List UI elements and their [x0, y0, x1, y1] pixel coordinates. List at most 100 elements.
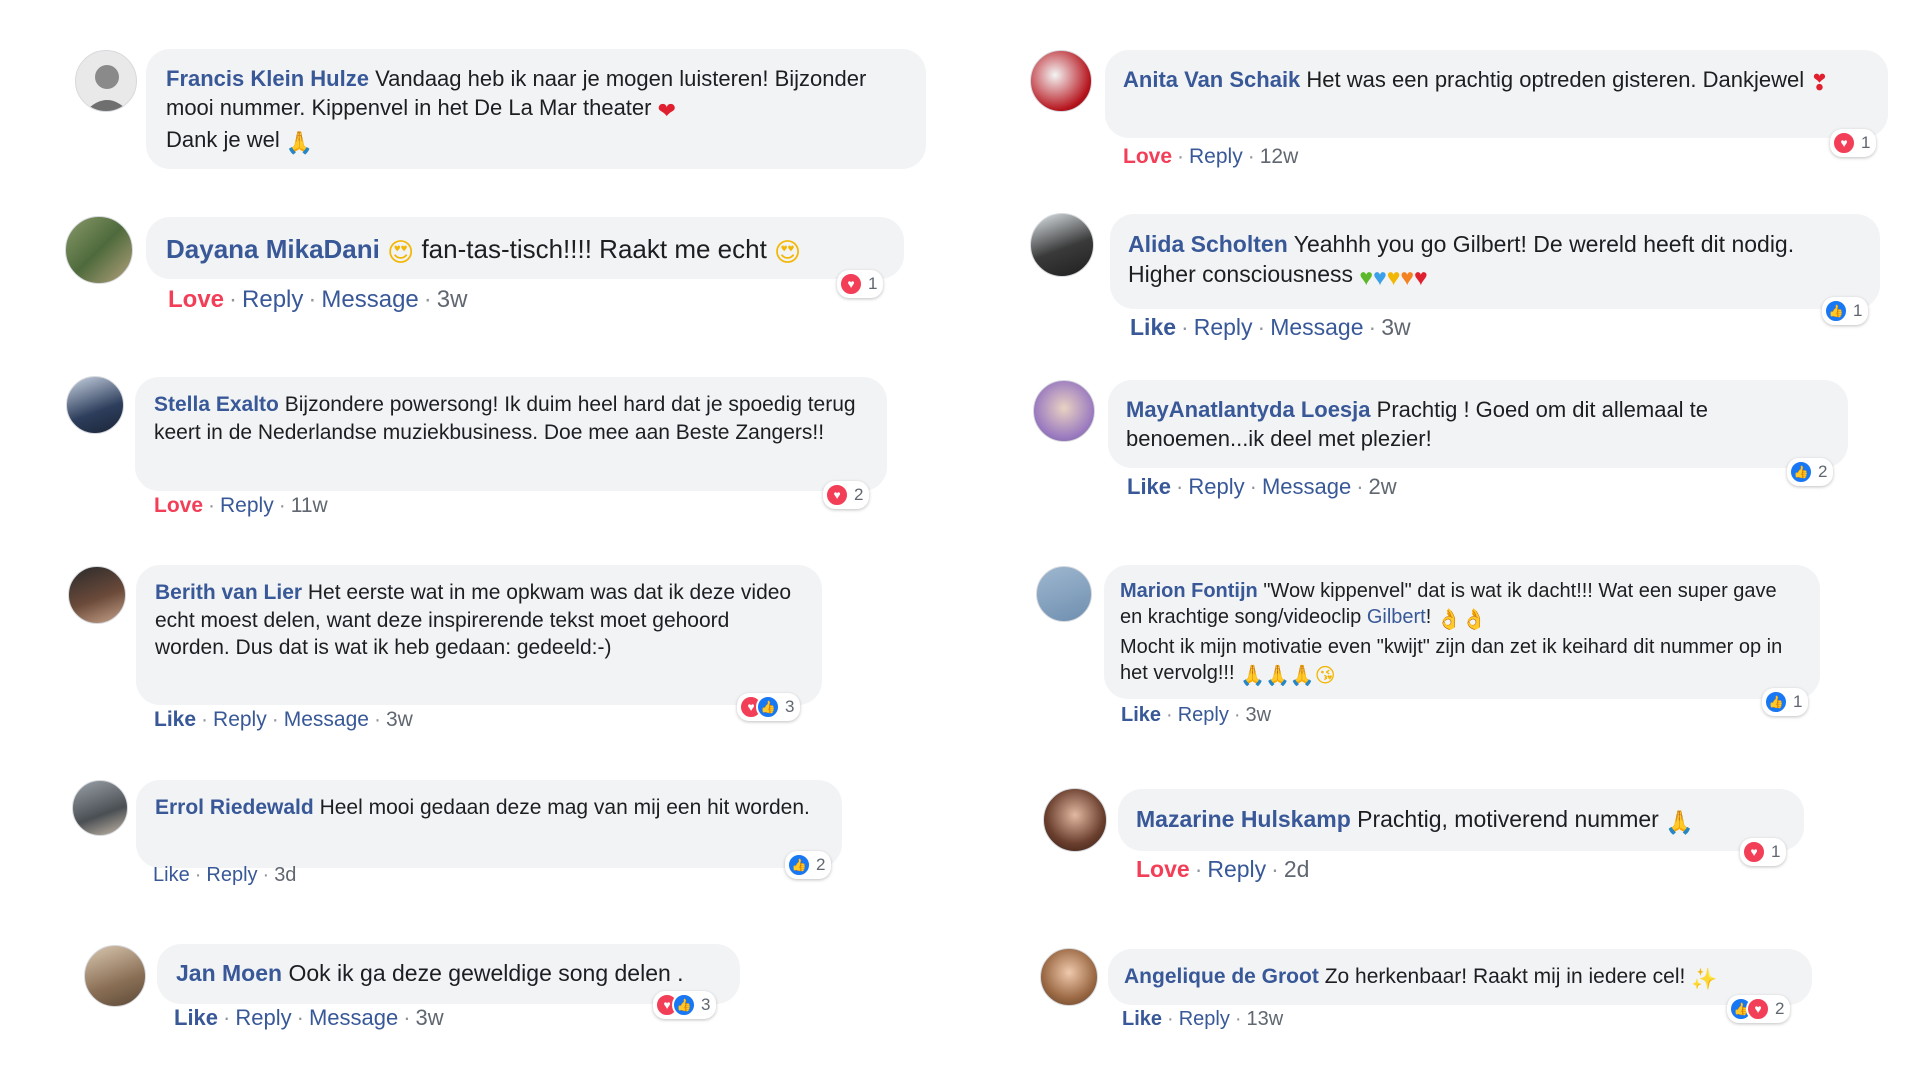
reply-link[interactable]: Reply [220, 494, 274, 517]
reaction-count-badge[interactable]: ♥ 👍 3 [653, 991, 717, 1019]
avatar[interactable] [1030, 213, 1094, 277]
avatar[interactable] [1033, 380, 1095, 442]
message-link[interactable]: Message [1270, 314, 1363, 340]
comment-author[interactable]: Errol Riedewald [155, 796, 314, 819]
reply-link[interactable]: Reply [235, 1005, 291, 1030]
reply-link[interactable]: Reply [242, 286, 303, 313]
comment-actions: Like · Reply · 13w [1122, 1008, 1284, 1030]
comment-author[interactable]: Stella Exalto [154, 393, 279, 416]
avatar[interactable] [66, 376, 124, 434]
avatar[interactable] [72, 780, 128, 836]
comment-text: Ook ik ga deze geweldige song delen . [288, 960, 684, 986]
message-link[interactable]: Message [321, 286, 418, 313]
comment-timestamp[interactable]: 3w [1381, 314, 1410, 340]
reaction-count: 2 [816, 855, 826, 874]
reply-link[interactable]: Reply [1194, 314, 1253, 340]
comment-author[interactable]: Mazarine Hulskamp [1136, 806, 1351, 832]
pray-emoji-icon: 🙏 [1665, 809, 1694, 835]
message-link[interactable]: Message [284, 708, 369, 731]
comment-timestamp[interactable]: 13w [1247, 1008, 1284, 1030]
heart-eyes-emoji-icon: 😍 [387, 237, 415, 267]
reply-link[interactable]: Reply [206, 864, 257, 886]
like-reaction-icon: 👍 [672, 993, 696, 1017]
reaction-count-badge[interactable]: ♥ 1 [837, 270, 884, 298]
heart-emoji-icon: ❤ [657, 98, 677, 124]
comment-author[interactable]: Anita Van Schaik [1123, 67, 1300, 92]
reaction-count-badge[interactable]: ♥ 1 [1830, 129, 1877, 157]
comment-author[interactable]: Angelique de Groot [1124, 965, 1319, 988]
comment-author[interactable]: MayAnatlantyda Loesja [1126, 397, 1371, 422]
love-reaction-icon: ♥ [1742, 840, 1766, 864]
reply-link[interactable]: Reply [1179, 1008, 1230, 1030]
avatar[interactable] [75, 50, 137, 112]
reply-link[interactable]: Reply [1178, 704, 1229, 726]
reaction-count-badge[interactable]: 👍 2 [785, 851, 832, 879]
reaction-count-badge[interactable]: 👍 ♥ 2 [1727, 995, 1791, 1023]
comment-text: Het was een prachtig optreden gisteren. … [1306, 67, 1805, 92]
like-button[interactable]: Like [1122, 1008, 1162, 1030]
comment-actions: Like · Reply · Message · 2w [1127, 474, 1397, 499]
comment-actions: Like · Reply · Message · 3w [1130, 314, 1411, 340]
reaction-count-badge[interactable]: 👍 2 [1787, 458, 1834, 486]
comment-timestamp[interactable]: 11w [291, 494, 328, 517]
reaction-count: 2 [854, 485, 864, 504]
red-heart-emoji-icon: ♥ [1414, 264, 1428, 291]
comment-timestamp[interactable]: 3w [416, 1005, 444, 1030]
avatar[interactable] [68, 566, 126, 624]
reaction-count-badge[interactable]: 👍 1 [1762, 688, 1809, 716]
like-button[interactable]: Like [154, 708, 196, 731]
avatar[interactable] [65, 216, 133, 284]
comment-author[interactable]: Francis Klein Hulze [166, 66, 369, 91]
comment-text-2: Dank je wel [166, 127, 280, 153]
comment-author[interactable]: Alida Scholten [1128, 231, 1288, 257]
love-reaction-button[interactable]: Love [154, 494, 203, 517]
avatar[interactable] [1040, 948, 1098, 1006]
like-reaction-icon: 👍 [787, 853, 811, 877]
pray-emoji-icon: 🙏 [1264, 665, 1290, 688]
reply-link[interactable]: Reply [213, 708, 267, 731]
avatar[interactable] [1036, 566, 1092, 622]
love-reaction-button[interactable]: Love [168, 286, 224, 313]
avatar[interactable] [1030, 50, 1092, 112]
like-button[interactable]: Like [174, 1005, 218, 1030]
comment-timestamp[interactable]: 3w [437, 286, 468, 313]
love-reaction-button[interactable]: Love [1123, 145, 1172, 168]
like-reaction-icon: 👍 [1824, 299, 1848, 323]
comment-author[interactable]: Berith van Lier [155, 581, 302, 604]
like-reaction-icon: 👍 [1789, 460, 1813, 484]
pray-emoji-icon: 🙏 [1240, 665, 1265, 688]
reply-link[interactable]: Reply [1188, 474, 1244, 499]
message-link[interactable]: Message [309, 1005, 398, 1030]
comment-timestamp[interactable]: 12w [1260, 145, 1299, 168]
comment-actions: Love · Reply · 2d [1136, 856, 1310, 882]
comment-bubble: Berith van Lier Het eerste wat in me opk… [136, 565, 822, 705]
mention-link[interactable]: Gilbert [1367, 606, 1426, 628]
reply-link[interactable]: Reply [1207, 856, 1266, 882]
comment-bubble: Anita Van Schaik Het was een prachtig op… [1105, 50, 1888, 138]
comment-author[interactable]: Dayana MikaDani [166, 234, 380, 264]
heart-emoji-icon: ❣ [1810, 70, 1829, 95]
message-link[interactable]: Message [1262, 474, 1351, 499]
comment-timestamp[interactable]: 2d [1284, 856, 1310, 882]
reaction-count-badge[interactable]: ♥ 2 [823, 481, 870, 509]
comment-timestamp[interactable]: 2w [1369, 474, 1397, 499]
comment-author[interactable]: Marion Fontijn [1120, 580, 1258, 602]
comment-timestamp[interactable]: 3w [386, 708, 413, 731]
like-reaction-icon: 👍 [1764, 690, 1788, 714]
love-reaction-button[interactable]: Love [1136, 856, 1190, 882]
like-button[interactable]: Like [1121, 704, 1161, 726]
comment-author[interactable]: Jan Moen [176, 960, 282, 986]
reaction-count-badge[interactable]: ♥ 👍 3 [737, 693, 801, 721]
avatar[interactable] [1043, 788, 1107, 852]
like-button[interactable]: Like [1130, 314, 1176, 340]
like-button[interactable]: Like [1127, 474, 1171, 499]
comment-text: fan-tas-tisch!!!! Raakt me echt [421, 234, 767, 264]
reaction-count-badge[interactable]: ♥ 1 [1740, 838, 1787, 866]
pray-emoji-icon: 🙏 [285, 130, 314, 156]
reaction-count-badge[interactable]: 👍 1 [1822, 297, 1869, 325]
like-button[interactable]: Like [153, 864, 190, 886]
reply-link[interactable]: Reply [1189, 145, 1243, 168]
avatar[interactable] [84, 945, 146, 1007]
comment-timestamp[interactable]: 3w [1246, 704, 1272, 726]
comment-timestamp[interactable]: 3d [274, 864, 296, 886]
